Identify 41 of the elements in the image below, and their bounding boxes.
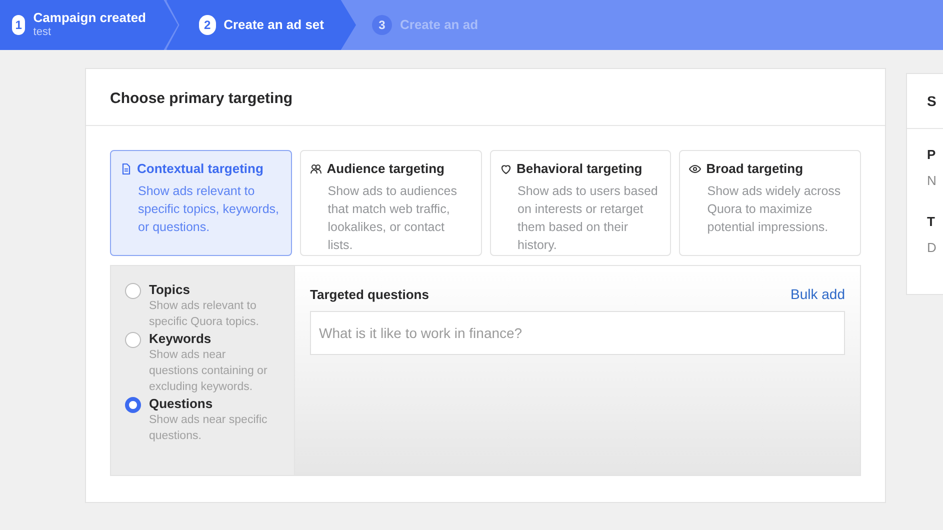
step-label: Create an ad xyxy=(400,16,478,34)
step-number: 2 xyxy=(199,15,216,35)
step-sublabel: test xyxy=(33,26,52,40)
heart-icon xyxy=(500,162,512,175)
step-label: Create an ad set xyxy=(224,16,324,34)
radio-label: Topics xyxy=(149,282,191,298)
option-title: Audience targeting xyxy=(326,160,444,178)
summary-value: D xyxy=(927,238,938,256)
option-title: Behavioral targeting xyxy=(516,160,642,178)
question-input[interactable]: What is it like to work in finance? xyxy=(310,311,845,355)
option-description: Show ads widely across Quora to maximize potential impressions. xyxy=(706,182,842,236)
targeting-option[interactable]: Behavioral targeting Show ads to users based on interests or retarget them based on their history. xyxy=(490,150,672,256)
field-label: Targeted questions xyxy=(310,286,429,304)
radio-description: Show ads near questions containing or excluding keywords. xyxy=(149,348,268,395)
eye-icon xyxy=(689,162,702,175)
option-title: Broad targeting xyxy=(706,160,804,178)
step-label: Campaign created xyxy=(33,10,146,26)
document-icon xyxy=(120,162,132,175)
option-description: Show ads relevant to specific topics, keywords, or questions. xyxy=(137,182,280,236)
radio-button[interactable] xyxy=(125,397,141,413)
card-title: Choose primary targeting xyxy=(110,90,293,107)
step-number: 1 xyxy=(12,15,26,35)
summary-label: T xyxy=(927,213,936,231)
targeting-option[interactable]: Contextual targeting Show ads relevant to specific topics, keywords, or questions. xyxy=(110,150,292,256)
bulk-add-link[interactable]: Bulk add xyxy=(790,284,845,305)
radio-button[interactable] xyxy=(125,283,141,299)
radio-description: Show ads near specific questions. xyxy=(149,413,268,444)
summary-value: N xyxy=(927,172,938,190)
targeting-option[interactable]: Audience targeting Show ads to audiences that match web traffic, lookalikes, or contact lists. xyxy=(300,150,482,256)
targeting-option[interactable]: Broad targeting Show ads widely across Quora to maximize potential impressions. xyxy=(679,150,861,256)
radio-label: Questions xyxy=(149,396,214,412)
option-description: Show ads to users based on interests or retarget them based on their history. xyxy=(516,182,659,254)
people-icon xyxy=(310,162,322,175)
radio-description: Show ads relevant to specific Quora topics. xyxy=(149,299,260,330)
option-title: Contextual targeting xyxy=(137,160,264,178)
summary-label: P xyxy=(927,146,937,164)
step-number: 3 xyxy=(372,15,392,35)
option-description: Show ads to audiences that match web traffic, lookalikes, or contact lists. xyxy=(326,182,458,254)
summary-title: S xyxy=(927,93,936,109)
radio-label: Keywords xyxy=(149,331,212,347)
radio-button[interactable] xyxy=(125,332,141,348)
